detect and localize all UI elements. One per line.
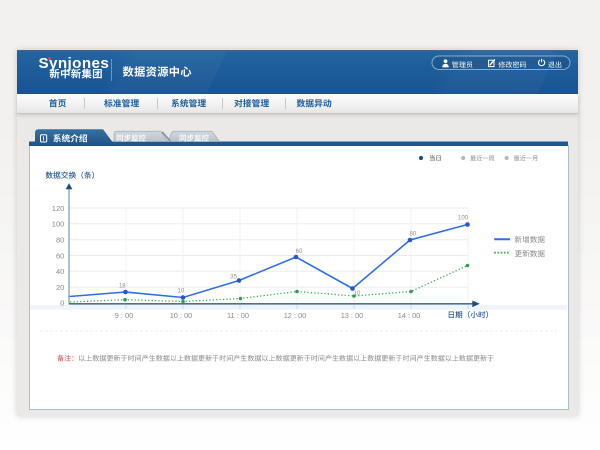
svg-text:80: 80	[56, 236, 64, 245]
svg-text:35: 35	[230, 274, 237, 280]
svg-text:11 : 00: 11 : 00	[227, 311, 249, 320]
svg-text:9 : 00: 9 : 00	[115, 311, 134, 320]
svg-text:60: 60	[56, 251, 64, 260]
svg-text:100: 100	[52, 220, 65, 229]
svg-text:12 : 00: 12 : 00	[284, 311, 307, 320]
svg-text:0: 0	[60, 298, 64, 307]
svg-text:18: 18	[119, 284, 126, 290]
svg-text:10: 10	[353, 291, 360, 297]
svg-text:120: 120	[52, 204, 65, 213]
svg-text:10 : 00: 10 : 00	[170, 311, 193, 320]
svg-text:60: 60	[296, 249, 303, 255]
svg-text:100: 100	[458, 215, 469, 221]
svg-text:14 : 00: 14 : 00	[398, 311, 421, 320]
svg-text:80: 80	[410, 231, 417, 237]
svg-text:40: 40	[56, 267, 64, 276]
svg-text:20: 20	[56, 283, 64, 292]
svg-text:10: 10	[178, 288, 185, 294]
svg-text:13 : 00: 13 : 00	[341, 311, 364, 320]
